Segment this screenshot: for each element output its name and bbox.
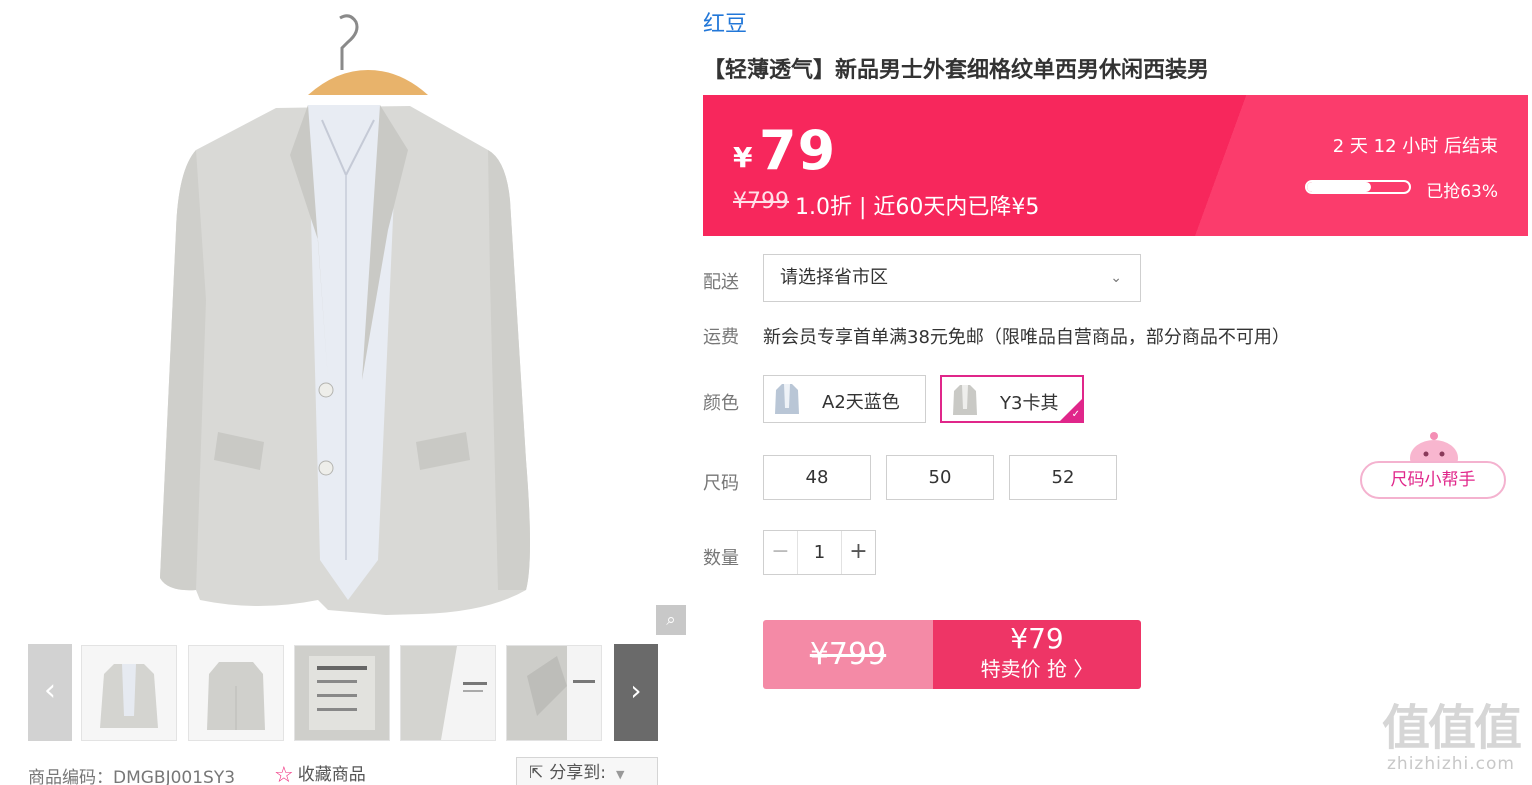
discount-info: 1.0折 | 近60天内已降¥5 (795, 195, 1040, 220)
color-a2-swatch-image (775, 384, 799, 414)
caret-down-icon: ▼ (615, 768, 625, 781)
region-select-value: 请选择省市区 (780, 267, 888, 288)
watermark-logo: 值值值 (1381, 700, 1522, 756)
thumbnail-lapel-image (507, 646, 601, 740)
thumbnail-collar-image (401, 646, 495, 740)
size-helper-button[interactable]: 尺码小帮手 (1360, 461, 1506, 499)
share-label: 分享到: (549, 763, 606, 783)
chevron-left-icon[interactable]: ‹ (28, 644, 72, 741)
quantity-decrease-button[interactable]: − (764, 531, 798, 574)
sold-progress-bar (1305, 180, 1411, 194)
thumbnail-fabric-image (295, 646, 389, 740)
countdown-timer: 2 天 12 小时 后结束 (1332, 136, 1498, 157)
product-title: 【轻薄透气】新品男士外套细格纹单西男休闲西装男 (703, 58, 1210, 83)
watermark-site: zhizhizhi.com (1387, 754, 1515, 774)
color-y3-swatch-image (953, 385, 977, 415)
size-option-50[interactable]: 50 (886, 455, 994, 500)
blazer-illustration (160, 14, 530, 615)
delivery-label: 配送 (703, 272, 739, 293)
product-meta-row: 商品编码：DMGBJ001SY3 ☆ 收藏商品 ⇱ 分享到: ▼ (28, 757, 658, 785)
site-watermark: 值值值 zhizhizhi.com (1378, 702, 1524, 780)
quantity-stepper: − 1 + (763, 530, 876, 575)
buy-action-label: 特卖价 抢 〉 (980, 657, 1094, 681)
thumbnail-front[interactable] (81, 645, 177, 741)
main-product-image[interactable]: ⌕ (28, 0, 686, 636)
buy-button[interactable]: ¥799 ¥79 特卖价 抢 〉 (763, 620, 1141, 689)
chevron-right-icon[interactable]: › (614, 644, 658, 741)
favorite-label: 收藏商品 (297, 765, 366, 785)
favorite-button[interactable]: ☆ 收藏商品 (274, 760, 366, 785)
color-label: 颜色 (703, 393, 739, 414)
share-dropdown[interactable]: ⇱ 分享到: ▼ (516, 757, 658, 785)
thumbnail-back-image (189, 646, 283, 740)
thumbnail-fabric-detail[interactable] (294, 645, 390, 741)
color-option-label: A2天蓝色 (822, 392, 900, 413)
magnifier-icon[interactable]: ⌕ (656, 605, 686, 635)
share-icon: ⇱ (529, 763, 544, 783)
sold-progress-fill (1307, 182, 1372, 192)
thumbnail-collar-detail[interactable] (400, 645, 496, 741)
color-option-label: Y3卡其 (1000, 393, 1059, 414)
check-icon: ✓ (1071, 409, 1080, 420)
size-option-52[interactable]: 52 (1009, 455, 1117, 500)
buy-special-price: ¥79 (1010, 622, 1064, 655)
thumbnail-back[interactable] (188, 645, 284, 741)
size-option-48[interactable]: 48 (763, 455, 871, 500)
color-option-a2[interactable]: A2天蓝色 (763, 375, 926, 423)
price-banner: ¥ 79 ¥799 1.0折 | 近60天内已降¥5 2 天 12 小时 后结束… (703, 95, 1528, 236)
quantity-input[interactable]: 1 (798, 531, 841, 574)
color-option-y3[interactable]: Y3卡其 ✓ (940, 375, 1084, 423)
region-select[interactable]: 请选择省市区 ⌄ (763, 254, 1141, 302)
buy-original-price: ¥799 (763, 620, 933, 689)
current-price: 79 (759, 119, 837, 182)
currency-symbol: ¥ (733, 141, 753, 174)
shipping-text: 新会员专享首单满38元免邮（限唯品自营商品，部分商品不可用） (763, 327, 1290, 348)
sold-percent-label: 已抢63% (1426, 182, 1498, 202)
sku-code: 商品编码：DMGBJ001SY3 (28, 768, 236, 785)
size-label: 尺码 (703, 473, 739, 494)
quantity-increase-button[interactable]: + (841, 531, 875, 574)
thumbnail-front-image (82, 646, 176, 740)
shipping-label: 运费 (703, 327, 739, 348)
thumbnail-lapel-detail[interactable] (506, 645, 602, 741)
thumbnail-strip: ‹ › (28, 644, 658, 742)
buy-special-price-panel[interactable]: ¥79 特卖价 抢 〉 (933, 620, 1141, 689)
chevron-down-icon: ⌄ (1110, 270, 1122, 286)
quantity-label: 数量 (703, 548, 739, 569)
brand-link[interactable]: 红豆 (703, 6, 747, 38)
star-icon: ☆ (274, 763, 294, 785)
original-price: ¥799 (733, 189, 789, 214)
